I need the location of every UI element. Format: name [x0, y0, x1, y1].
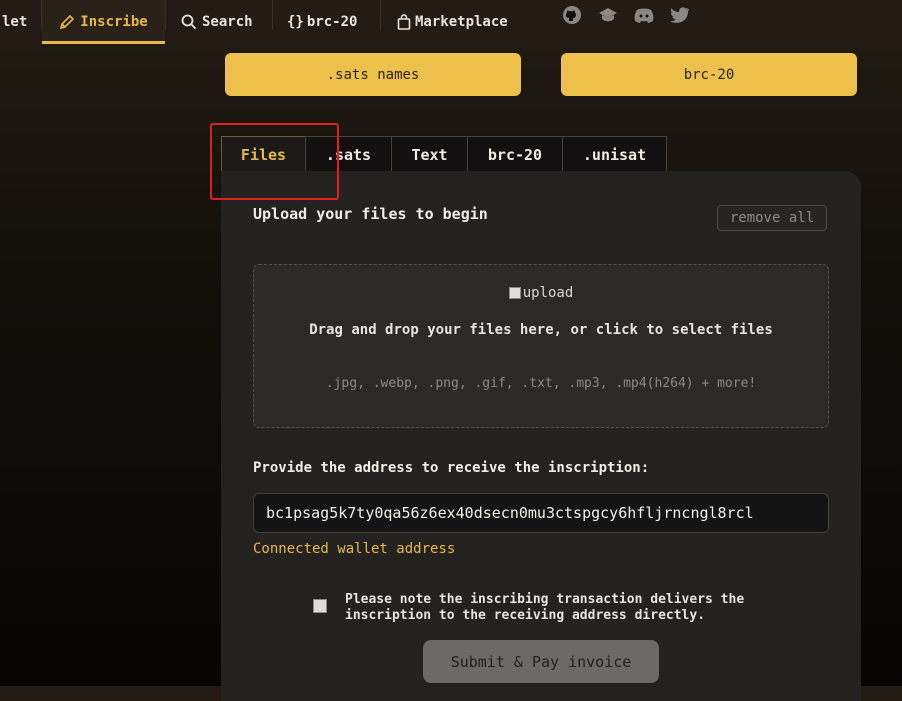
brc20-button[interactable]: brc-20: [561, 53, 857, 96]
top-nav: let Inscribe Search {} brc-20 Marketplac…: [0, 0, 902, 44]
nav-brc20[interactable]: {} brc-20: [287, 0, 357, 44]
braces-icon: {}: [287, 14, 304, 30]
docs-icon[interactable]: [597, 4, 619, 26]
nav-marketplace-label: Marketplace: [415, 14, 508, 30]
address-input[interactable]: [253, 493, 829, 533]
inscription-note: Please note the inscribing transaction d…: [345, 592, 745, 623]
nav-wallet-label: let: [2, 14, 28, 30]
active-tab-underline: [42, 41, 165, 44]
info-icon: [313, 598, 327, 613]
twitter-icon[interactable]: [669, 4, 691, 26]
connected-wallet-label: Connected wallet address: [253, 541, 456, 557]
broken-image-icon: [508, 287, 521, 299]
upload-panel: Upload your files to begin remove all up…: [221, 171, 861, 701]
file-dropzone[interactable]: upload Drag and drop your files here, or…: [253, 264, 829, 428]
upload-image-alt: upload: [522, 285, 574, 301]
remove-all-button[interactable]: remove all: [717, 205, 827, 231]
nav-brc20-label: brc-20: [306, 14, 358, 30]
nav-divider: [380, 0, 381, 30]
upload-image: upload: [254, 285, 828, 301]
social-links: [561, 4, 691, 26]
dropzone-extensions: .jpg, .webp, .png, .gif, .txt, .mp3, .mp…: [325, 376, 757, 391]
nav-inscribe-label: Inscribe: [80, 14, 148, 30]
tab-brc20[interactable]: brc-20: [467, 136, 563, 172]
nav-marketplace[interactable]: Marketplace: [396, 0, 508, 44]
upload-title: Upload your files to begin: [253, 205, 488, 223]
tab-text[interactable]: Text: [391, 136, 468, 172]
nav-search[interactable]: Search: [181, 0, 253, 44]
shopping-bag-icon: [397, 14, 411, 30]
pencil-icon: [60, 14, 75, 30]
submit-pay-button[interactable]: Submit & Pay invoice: [423, 640, 659, 683]
dropzone-instruction: Drag and drop your files here, or click …: [309, 322, 773, 338]
nav-search-label: Search: [202, 14, 253, 30]
highlight-box: [210, 123, 339, 200]
search-icon: [181, 14, 197, 30]
tab-unisat[interactable]: .unisat: [562, 136, 667, 172]
address-label: Provide the address to receive the inscr…: [253, 460, 650, 476]
nav-inscribe[interactable]: Inscribe: [42, 0, 165, 44]
github-icon[interactable]: [561, 4, 583, 26]
discord-icon[interactable]: [633, 4, 655, 26]
nav-wallet[interactable]: let: [0, 0, 42, 44]
nav-divider: [165, 0, 166, 30]
nav-divider: [272, 0, 273, 30]
sats-names-button[interactable]: .sats names: [225, 53, 521, 96]
